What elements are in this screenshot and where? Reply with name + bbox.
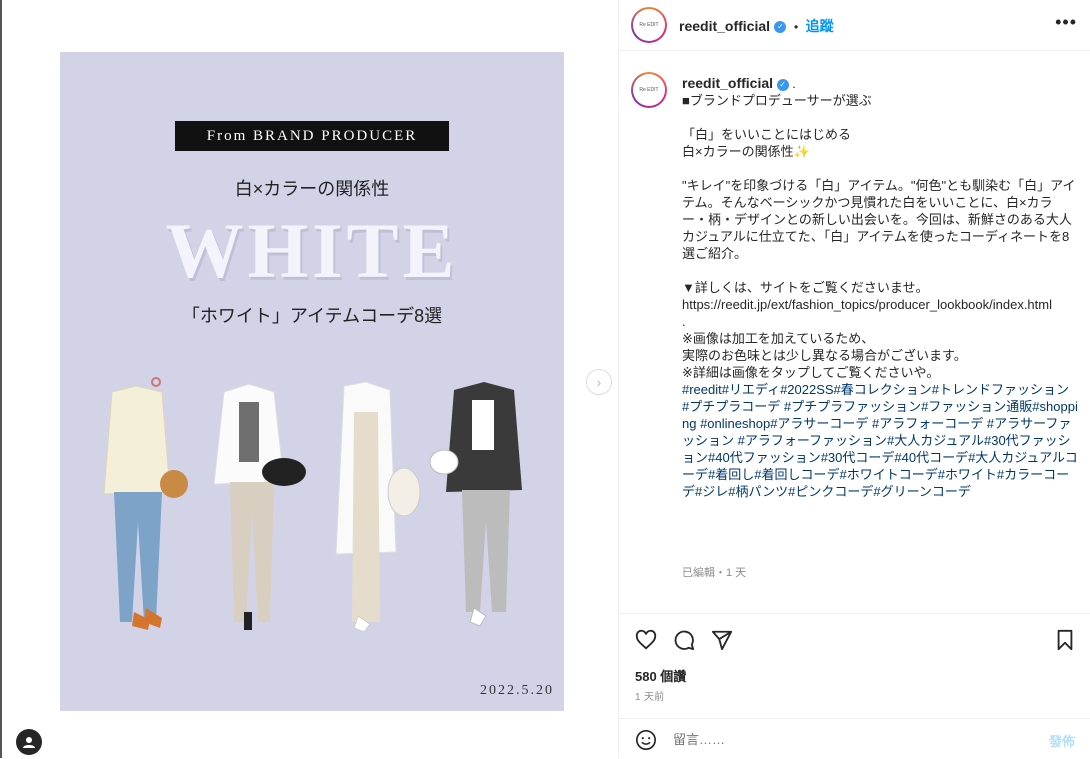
media-area: From BRAND PRODUCER 白×カラーの関係性 WHITE 「ホワイ… [2, 0, 618, 758]
header-separator: • [793, 20, 799, 34]
comment-input[interactable] [671, 731, 1015, 748]
post-actions: 580 個讚 1 天前 [619, 613, 1090, 719]
caption-avatar-text: Re EDIT [633, 74, 665, 106]
caption-hashtags[interactable]: #reedit#リエディ#2022SS#春コレクション#トレンドファッション #… [682, 382, 1078, 499]
outfit-2 [213, 383, 306, 630]
poster-badge: From BRAND PRODUCER [175, 121, 449, 151]
outfit-3 [335, 381, 421, 633]
comment-icon[interactable] [673, 629, 695, 651]
header-avatar-text: Re EDIT [633, 9, 665, 41]
caption-verified-icon: ✓ [776, 78, 789, 91]
header-username[interactable]: reedit_official [679, 18, 770, 34]
next-image-button[interactable]: › [586, 369, 612, 395]
caption-body: ■ブランドプロデューサーが選ぶ 「白」をいいことにはじめる 白×カラーの関係性✨… [682, 93, 1076, 380]
follow-button[interactable]: 追蹤 [806, 18, 834, 34]
likes-count[interactable]: 580 個讚 [635, 666, 686, 685]
save-bookmark-icon[interactable] [1055, 629, 1075, 651]
poster-subtitle: 白×カラーの関係性 [234, 179, 390, 199]
post-side-panel: Re EDIT reedit_official ✓ • 追蹤 ••• Re ED… [618, 0, 1090, 758]
caption-meta: 已編輯・1 天 [682, 567, 747, 579]
user-icon [23, 737, 35, 748]
poster-big-word: WHITE [165, 207, 459, 294]
more-options-icon[interactable]: ••• [1055, 12, 1077, 33]
post-header: Re EDIT reedit_official ✓ • 追蹤 ••• [619, 0, 1090, 51]
outfit-1 [103, 377, 188, 630]
heart-icon[interactable] [635, 629, 657, 651]
share-icon[interactable] [711, 629, 733, 651]
outfit-illustrations [103, 377, 522, 633]
poster-tagline: 「ホワイト」アイテムコーデ8選 [181, 306, 443, 326]
post-time[interactable]: 1 天前 [635, 688, 665, 703]
header-avatar[interactable]: Re EDIT [631, 7, 667, 43]
account-avatar-button[interactable] [16, 729, 42, 755]
caption-username[interactable]: reedit_official [682, 75, 773, 91]
header-user-line: reedit_official ✓ • 追蹤 [679, 16, 834, 36]
outfit-4 [429, 382, 522, 627]
caption-dot: . [792, 76, 796, 91]
caption-text: reedit_official ✓ . ■ブランドプロデューサーが選ぶ 「白」を… [682, 75, 1078, 500]
poster-date: 2022.5.20 [480, 683, 554, 698]
caption-avatar[interactable]: Re EDIT [631, 72, 667, 108]
instagram-post-window: From BRAND PRODUCER 白×カラーの関係性 WHITE 「ホワイ… [0, 0, 1090, 758]
comment-bar: 發佈 [619, 718, 1090, 759]
verified-badge-icon: ✓ [774, 20, 787, 33]
emoji-icon[interactable] [635, 729, 657, 751]
chevron-right-icon: › [596, 374, 602, 390]
post-image[interactable]: From BRAND PRODUCER 白×カラーの関係性 WHITE 「ホワイ… [60, 52, 564, 711]
caption-area: Re EDIT reedit_official ✓ . ■ブランドプロデューサー… [619, 51, 1090, 613]
post-comment-button[interactable]: 發佈 [1049, 731, 1075, 750]
